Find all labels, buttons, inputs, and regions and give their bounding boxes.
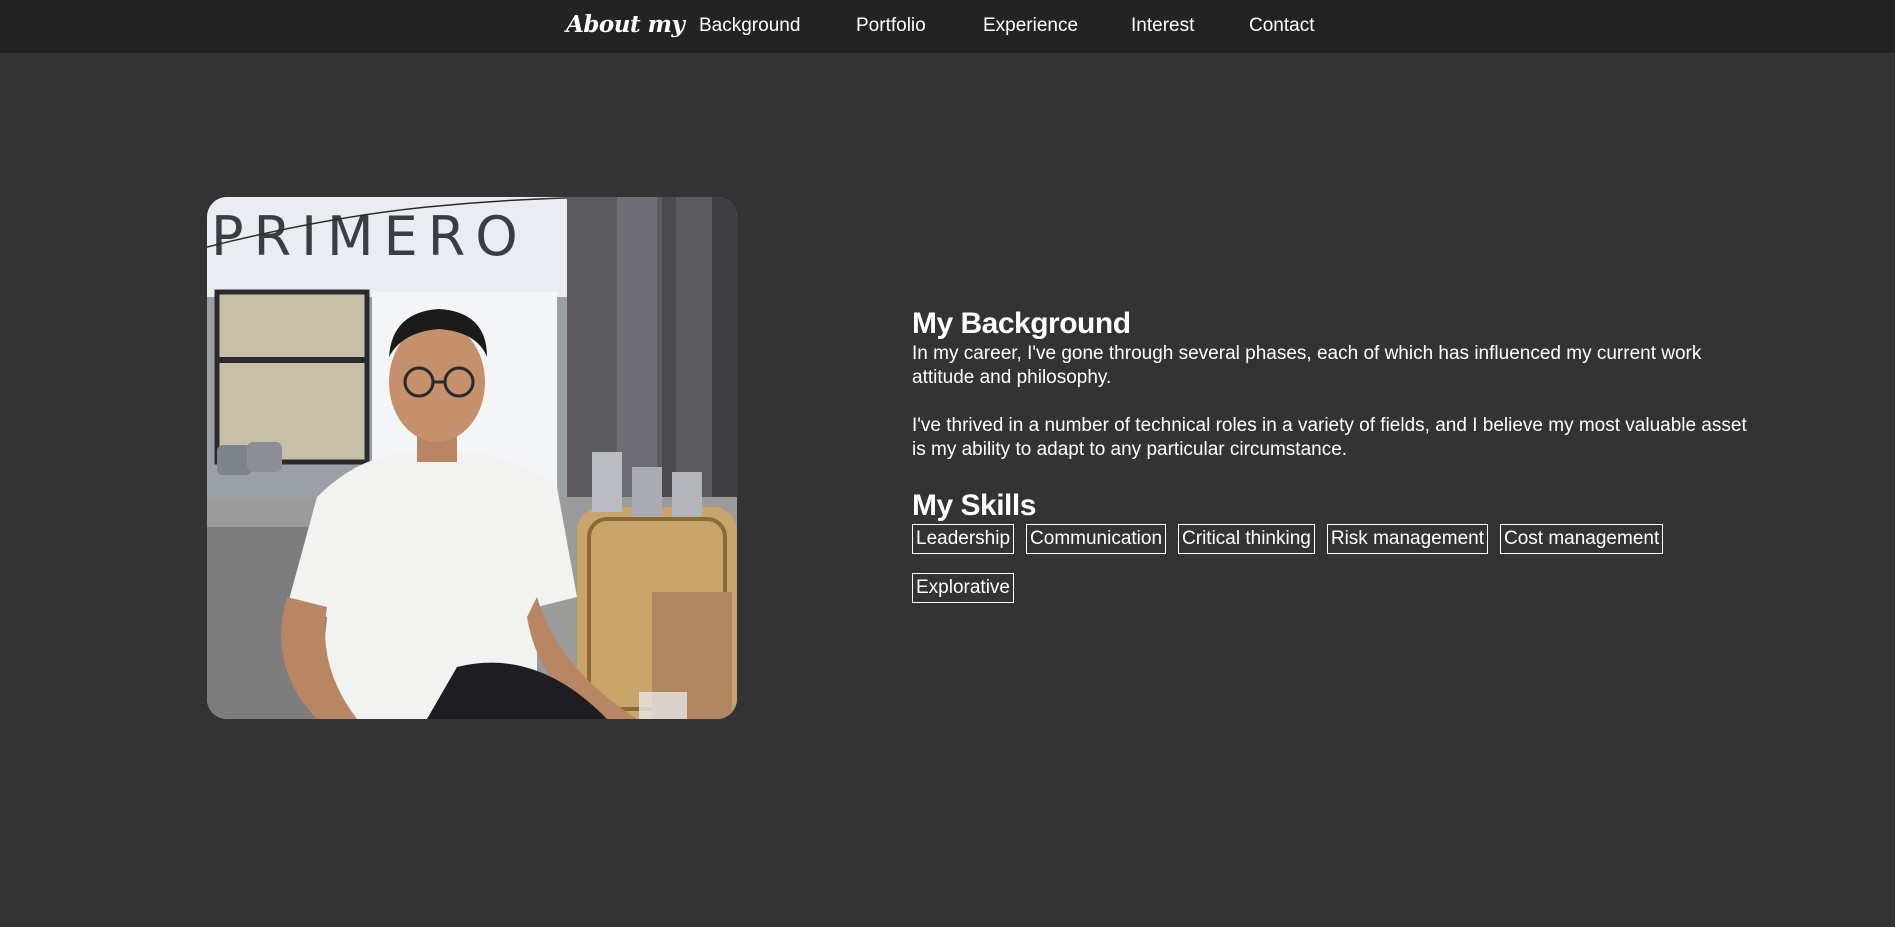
nav-link-portfolio[interactable]: Portfolio (856, 15, 926, 37)
skill-tag-cost-management: Cost management (1499, 524, 1664, 554)
top-navbar: About my Background Portfolio Experience… (0, 0, 1895, 53)
background-title: My Background (912, 307, 1131, 340)
skills-list: Leadership Communication Critical thinki… (912, 524, 1712, 622)
skill-tag-explorative: Explorative (912, 573, 1014, 603)
skill-tag-risk-management: Risk management (1326, 524, 1488, 554)
background-section: My Background In my career, I've gone th… (912, 306, 1752, 622)
nav-link-background[interactable]: Background (699, 15, 800, 37)
nav-link-experience[interactable]: Experience (983, 15, 1078, 37)
skill-tag-communication: Communication (1026, 524, 1167, 554)
brand-logo[interactable]: About my (566, 11, 685, 38)
nav-link-contact[interactable]: Contact (1249, 15, 1314, 37)
skill-tag-leadership: Leadership (912, 524, 1015, 554)
background-paragraph-1: In my career, I've gone through several … (912, 343, 1702, 388)
background-paragraph-2: I've thrived in a number of technical ro… (912, 415, 1747, 460)
skills-title: My Skills (912, 489, 1036, 522)
nav-link-interest[interactable]: Interest (1131, 15, 1194, 37)
profile-photo: PRIMERO (207, 197, 737, 719)
skill-tag-critical-thinking: Critical thinking (1178, 524, 1315, 554)
